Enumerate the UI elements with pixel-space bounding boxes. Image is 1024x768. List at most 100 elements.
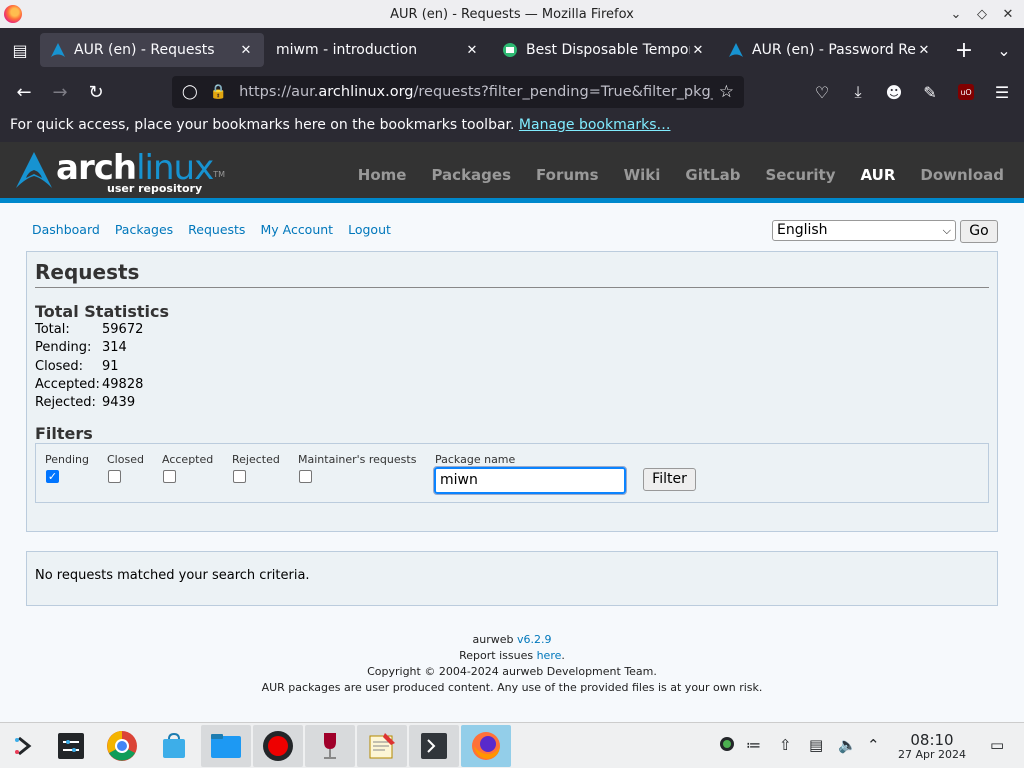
stat-row: Pending: 314 bbox=[35, 340, 127, 356]
bookmark-star-icon[interactable]: ☆ bbox=[719, 82, 734, 102]
subnav-logout[interactable]: Logout bbox=[348, 222, 391, 237]
filter-pending-checkbox[interactable]: ✓ bbox=[46, 470, 59, 483]
tray-expand-icon[interactable]: ⌃ bbox=[867, 736, 880, 754]
pocket-icon[interactable]: ♡ bbox=[806, 76, 838, 108]
page-content: Dashboard Packages Requests My Account L… bbox=[0, 208, 1024, 722]
nav-gitlab[interactable]: GitLab bbox=[685, 166, 740, 184]
firefox-icon bbox=[4, 5, 22, 23]
subnav-dashboard[interactable]: Dashboard bbox=[32, 222, 100, 237]
manage-bookmarks-link[interactable]: Manage bookmarks… bbox=[519, 117, 671, 133]
nav-wiki[interactable]: Wiki bbox=[624, 166, 661, 184]
subnav-requests[interactable]: Requests bbox=[188, 222, 245, 237]
arch-header: archlinux TM user repository Home Packag… bbox=[0, 142, 1024, 203]
archlinux-logo[interactable]: archlinux TM user repository bbox=[14, 150, 225, 195]
firefox-taskbar-icon[interactable] bbox=[461, 725, 511, 767]
package-name-input[interactable]: miwn bbox=[433, 466, 627, 495]
nav-home[interactable]: Home bbox=[358, 166, 407, 184]
tab-close-icon[interactable]: ✕ bbox=[690, 43, 706, 58]
tab-close-icon[interactable]: ✕ bbox=[464, 43, 480, 58]
logo-subtitle: user repository bbox=[107, 182, 203, 195]
tab-title: miwm - introduction bbox=[276, 42, 418, 58]
go-button[interactable]: Go bbox=[960, 220, 998, 243]
tab-miwm[interactable]: miwm - introduction ✕ bbox=[266, 33, 490, 67]
terminal-icon[interactable] bbox=[409, 725, 459, 767]
window-title: AUR (en) - Requests — Mozilla Firefox bbox=[390, 6, 634, 22]
new-tab-icon[interactable]: + bbox=[944, 28, 984, 72]
filter-accepted-checkbox[interactable] bbox=[163, 470, 176, 483]
tab-title: AUR (en) - Requests bbox=[74, 42, 215, 58]
clipboard-icon[interactable]: ▤ bbox=[809, 736, 823, 754]
stat-row: Total: 59672 bbox=[35, 322, 144, 337]
filter-button[interactable]: Filter bbox=[643, 468, 696, 491]
stat-row: Closed: 91 bbox=[35, 358, 119, 374]
forward-icon[interactable]: → bbox=[42, 76, 78, 108]
nav-security[interactable]: Security bbox=[765, 166, 835, 184]
filter-pending-label: Pending bbox=[45, 453, 89, 466]
lock-icon[interactable]: 🔒 bbox=[210, 84, 227, 100]
subnav-packages[interactable]: Packages bbox=[115, 222, 173, 237]
account-icon[interactable]: ☻ bbox=[878, 76, 910, 108]
show-desktop-icon[interactable]: ▭ bbox=[990, 736, 1004, 754]
maximize-icon[interactable]: ◇ bbox=[972, 4, 992, 24]
chrome-icon[interactable] bbox=[97, 725, 147, 767]
shield-icon[interactable]: ◯ bbox=[182, 84, 198, 100]
extensions-icon[interactable]: ✎ bbox=[914, 76, 946, 108]
tab-title: Best Disposable Tempora bbox=[526, 42, 690, 58]
chevron-down-icon[interactable]: ⌄ bbox=[984, 28, 1024, 72]
downloads-icon[interactable]: ⤓ bbox=[842, 76, 874, 108]
filter-maintainer-checkbox[interactable] bbox=[299, 470, 312, 483]
chevron-down-icon: ⌵ bbox=[942, 224, 951, 237]
status-indicator-icon[interactable] bbox=[719, 736, 735, 756]
clock-time: 08:10 bbox=[910, 731, 954, 749]
version-link[interactable]: v6.2.9 bbox=[517, 633, 552, 646]
subnav-my-account[interactable]: My Account bbox=[260, 222, 333, 237]
arch-nav: Home Packages Forums Wiki GitLab Securit… bbox=[343, 166, 1014, 184]
menu-icon[interactable]: ☰ bbox=[986, 76, 1018, 108]
wine-icon[interactable] bbox=[305, 725, 355, 767]
stat-row: Accepted: 49828 bbox=[35, 376, 144, 392]
url-text[interactable]: https://aur.archlinux.org/requests?filte… bbox=[239, 84, 713, 100]
clock[interactable]: 08:10 27 Apr 2024 bbox=[890, 732, 974, 762]
tab-aur-requests[interactable]: AUR (en) - Requests ✕ bbox=[40, 33, 264, 67]
tab-close-icon[interactable]: ✕ bbox=[238, 43, 254, 58]
url-bar[interactable]: ◯ 🔒 https://aur.archlinux.org/requests?f… bbox=[172, 76, 744, 108]
text-editor-icon[interactable] bbox=[357, 725, 407, 767]
recorder-icon[interactable] bbox=[253, 725, 303, 767]
nav-bar: ← → ↻ ◯ 🔒 https://aur.archlinux.org/requ… bbox=[0, 72, 1024, 112]
filter-closed-label: Closed bbox=[107, 453, 144, 466]
filter-closed-checkbox[interactable] bbox=[108, 470, 121, 483]
system-settings-icon[interactable] bbox=[46, 725, 96, 767]
nav-packages[interactable]: Packages bbox=[431, 166, 511, 184]
tab-disposable[interactable]: Best Disposable Tempora ✕ bbox=[492, 33, 716, 67]
store-icon[interactable] bbox=[149, 725, 199, 767]
network-icon[interactable]: ≔ bbox=[746, 736, 761, 754]
updates-icon[interactable]: ⇧ bbox=[779, 736, 792, 754]
nav-download[interactable]: Download bbox=[920, 166, 1004, 184]
close-icon[interactable]: ✕ bbox=[998, 4, 1018, 24]
ublock-icon[interactable]: uO bbox=[958, 84, 974, 100]
tab-aur-password[interactable]: AUR (en) - Password Rese ✕ bbox=[718, 33, 942, 67]
nav-aur[interactable]: AUR bbox=[861, 166, 896, 184]
minimize-icon[interactable]: ⌄ bbox=[946, 4, 966, 24]
nav-forums[interactable]: Forums bbox=[536, 166, 599, 184]
back-icon[interactable]: ← bbox=[6, 76, 42, 108]
arch-icon bbox=[729, 43, 743, 57]
language-select[interactable]: English ⌵ bbox=[772, 220, 956, 241]
filter-accepted-label: Accepted bbox=[162, 453, 214, 466]
filter-maintainer-label: Maintainer's requests bbox=[298, 453, 417, 466]
stat-row: Rejected: 9439 bbox=[35, 395, 136, 411]
copyright: Copyright © 2004-2024 aurweb Development… bbox=[367, 665, 657, 678]
app-launcher-icon[interactable] bbox=[0, 725, 50, 767]
firefox-view-icon[interactable]: ▤ bbox=[0, 28, 40, 72]
arch-icon bbox=[51, 43, 65, 57]
report-issues-link[interactable]: here bbox=[537, 649, 562, 662]
results-box: No requests matched your search criteria… bbox=[26, 551, 998, 606]
filter-rejected-checkbox[interactable] bbox=[233, 470, 246, 483]
reload-icon[interactable]: ↻ bbox=[78, 76, 114, 108]
tab-close-icon[interactable]: ✕ bbox=[916, 43, 932, 58]
taskbar: ≔ ⇧ ▤ 🔈 ⌃ 08:10 27 Apr 2024 ▭ bbox=[0, 722, 1024, 768]
volume-muted-icon[interactable]: 🔈 bbox=[838, 736, 857, 754]
bookmarks-message: For quick access, place your bookmarks h… bbox=[10, 117, 519, 133]
tab-title: AUR (en) - Password Rese bbox=[752, 42, 916, 58]
file-manager-icon[interactable] bbox=[201, 725, 251, 767]
